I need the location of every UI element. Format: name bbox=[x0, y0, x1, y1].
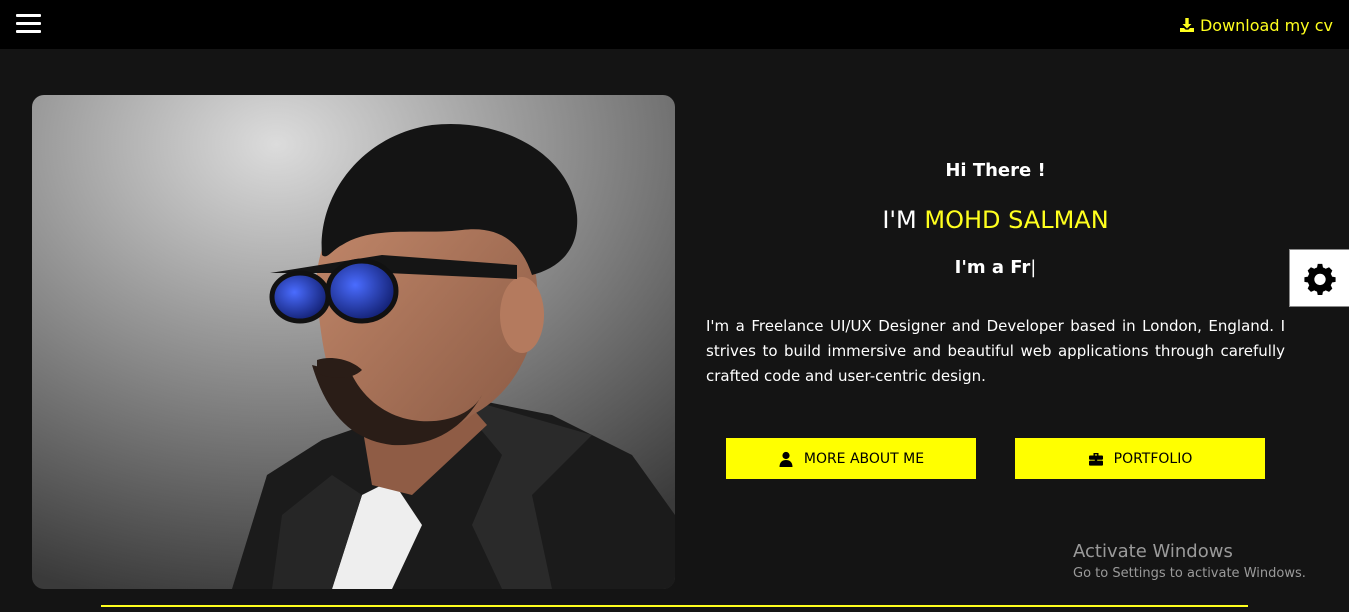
top-navbar: Download my cv bbox=[0, 0, 1349, 49]
menu-bar bbox=[16, 14, 41, 17]
activate-windows-title: Activate Windows bbox=[1073, 541, 1233, 562]
menu-bar bbox=[16, 22, 41, 25]
portfolio-label: PORTFOLIO bbox=[1113, 450, 1193, 467]
more-about-me-button[interactable]: MORE ABOUT ME bbox=[726, 438, 976, 479]
download-icon bbox=[1179, 17, 1195, 33]
intro-paragraph: I'm a Freelance UI/UX Designer and Devel… bbox=[706, 317, 1285, 385]
profile-photo bbox=[32, 95, 675, 589]
section-divider bbox=[101, 605, 1248, 607]
typed-text: I'm a Fr bbox=[954, 257, 1031, 278]
typed-role-text: I'm a Fr| bbox=[706, 257, 1285, 278]
gear-icon bbox=[1303, 261, 1337, 295]
download-cv-label: Download my cv bbox=[1199, 15, 1333, 35]
greeting-heading: Hi There ! bbox=[945, 160, 1046, 181]
briefcase-icon bbox=[1088, 451, 1104, 467]
activate-windows-subtitle: Go to Settings to activate Windows. bbox=[1073, 566, 1306, 581]
typing-caret: | bbox=[1030, 257, 1037, 278]
more-about-me-label: MORE ABOUT ME bbox=[803, 450, 925, 467]
name-prefix: I'M bbox=[882, 206, 917, 234]
menu-bar bbox=[16, 30, 41, 33]
user-icon bbox=[778, 451, 794, 467]
settings-toggle-button[interactable] bbox=[1289, 249, 1349, 307]
name-heading: I'M MOHD SALMAN bbox=[706, 206, 1285, 234]
name-highlight: MOHD SALMAN bbox=[924, 206, 1109, 234]
download-cv-link[interactable]: Download my cv bbox=[1179, 14, 1333, 36]
hamburger-menu-icon[interactable] bbox=[16, 14, 41, 34]
portfolio-button[interactable]: PORTFOLIO bbox=[1015, 438, 1265, 479]
